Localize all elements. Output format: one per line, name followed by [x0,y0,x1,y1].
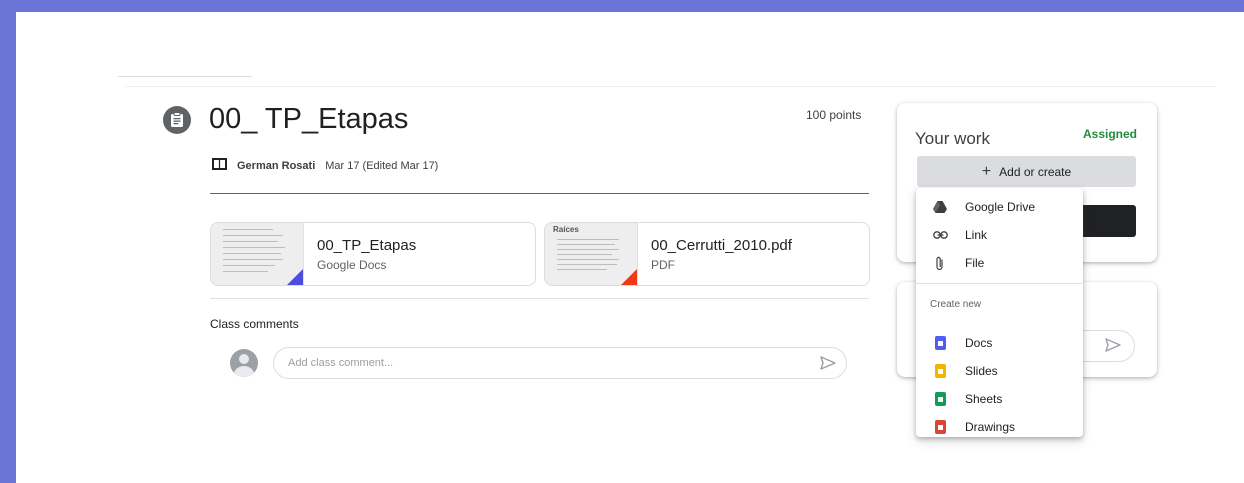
top-divider [126,86,1216,87]
author-name: German Rosati [237,159,316,172]
google-drive-icon [932,199,948,215]
class-comments-label: Class comments [210,317,299,331]
menu-item-label: File [965,256,985,270]
attachment-thumbnail [211,223,304,285]
assignment-icon [163,106,191,134]
docs-icon [932,335,948,351]
assignment-points: 100 points [806,108,862,122]
classroom-assignment-page: 00_ TP_Etapas 100 points German Rosati M… [16,12,1244,483]
menu-item-drawings[interactable]: Drawings [916,413,1083,441]
menu-item-docs[interactable]: Docs [916,329,1083,357]
menu-item-label: Sheets [965,392,1003,406]
tab-underline [118,76,252,77]
menu-item-label: Link [965,228,988,242]
menu-item-sheets[interactable]: Sheets [916,385,1083,413]
attachment-thumbnail: Raíces [545,223,638,285]
pdf-corner-icon [621,269,637,285]
menu-item-label: Slides [965,364,998,378]
assignment-title: 00_ TP_Etapas [209,103,409,135]
drawings-icon [932,419,948,435]
docs-corner-icon [287,269,303,285]
send-icon[interactable] [1105,338,1121,357]
thumbnail-heading: Raíces [553,225,579,234]
paperclip-icon [932,255,948,271]
class-comment-input[interactable] [273,347,847,379]
status-badge: Assigned [1082,127,1137,141]
link-icon [932,227,948,243]
attachments-divider [210,298,869,299]
plus-icon: + [981,162,992,180]
classwork-book-icon [212,158,227,173]
sheets-icon [932,391,948,407]
add-or-create-button[interactable]: + Add or create [917,156,1136,187]
attachment-type: PDF [651,258,675,272]
menu-item-slides[interactable]: Slides [916,357,1083,385]
send-icon[interactable] [818,354,838,372]
menu-item-google-drive[interactable]: Google Drive [916,193,1083,221]
assignment-meta: German Rosati Mar 17 (Edited Mar 17) [212,158,438,173]
create-new-label: Create new [930,299,982,310]
attachment-name: 00_TP_Etapas [317,237,417,254]
attachment-card[interactable]: 00_TP_Etapas Google Docs [210,222,536,286]
menu-item-file[interactable]: File [916,249,1083,277]
attachment-name: 00_Cerrutti_2010.pdf [651,237,792,254]
menu-item-label: Google Drive [965,200,1036,214]
slides-icon [932,363,948,379]
menu-item-label: Drawings [965,420,1016,434]
add-or-create-label: Add or create [999,164,1072,179]
menu-item-label: Docs [965,336,993,350]
avatar [230,349,258,377]
attachment-card[interactable]: Raíces 00_Cerrutti_2010.pdf PDF [544,222,870,286]
your-work-title: Your work [915,129,990,148]
add-or-create-menu: Google Drive Link File Create new Docs S… [916,188,1083,437]
menu-divider [916,283,1083,284]
post-date: Mar 17 (Edited Mar 17) [325,159,439,172]
header-divider [210,193,869,194]
attachment-type: Google Docs [317,258,387,272]
menu-item-link[interactable]: Link [916,221,1083,249]
